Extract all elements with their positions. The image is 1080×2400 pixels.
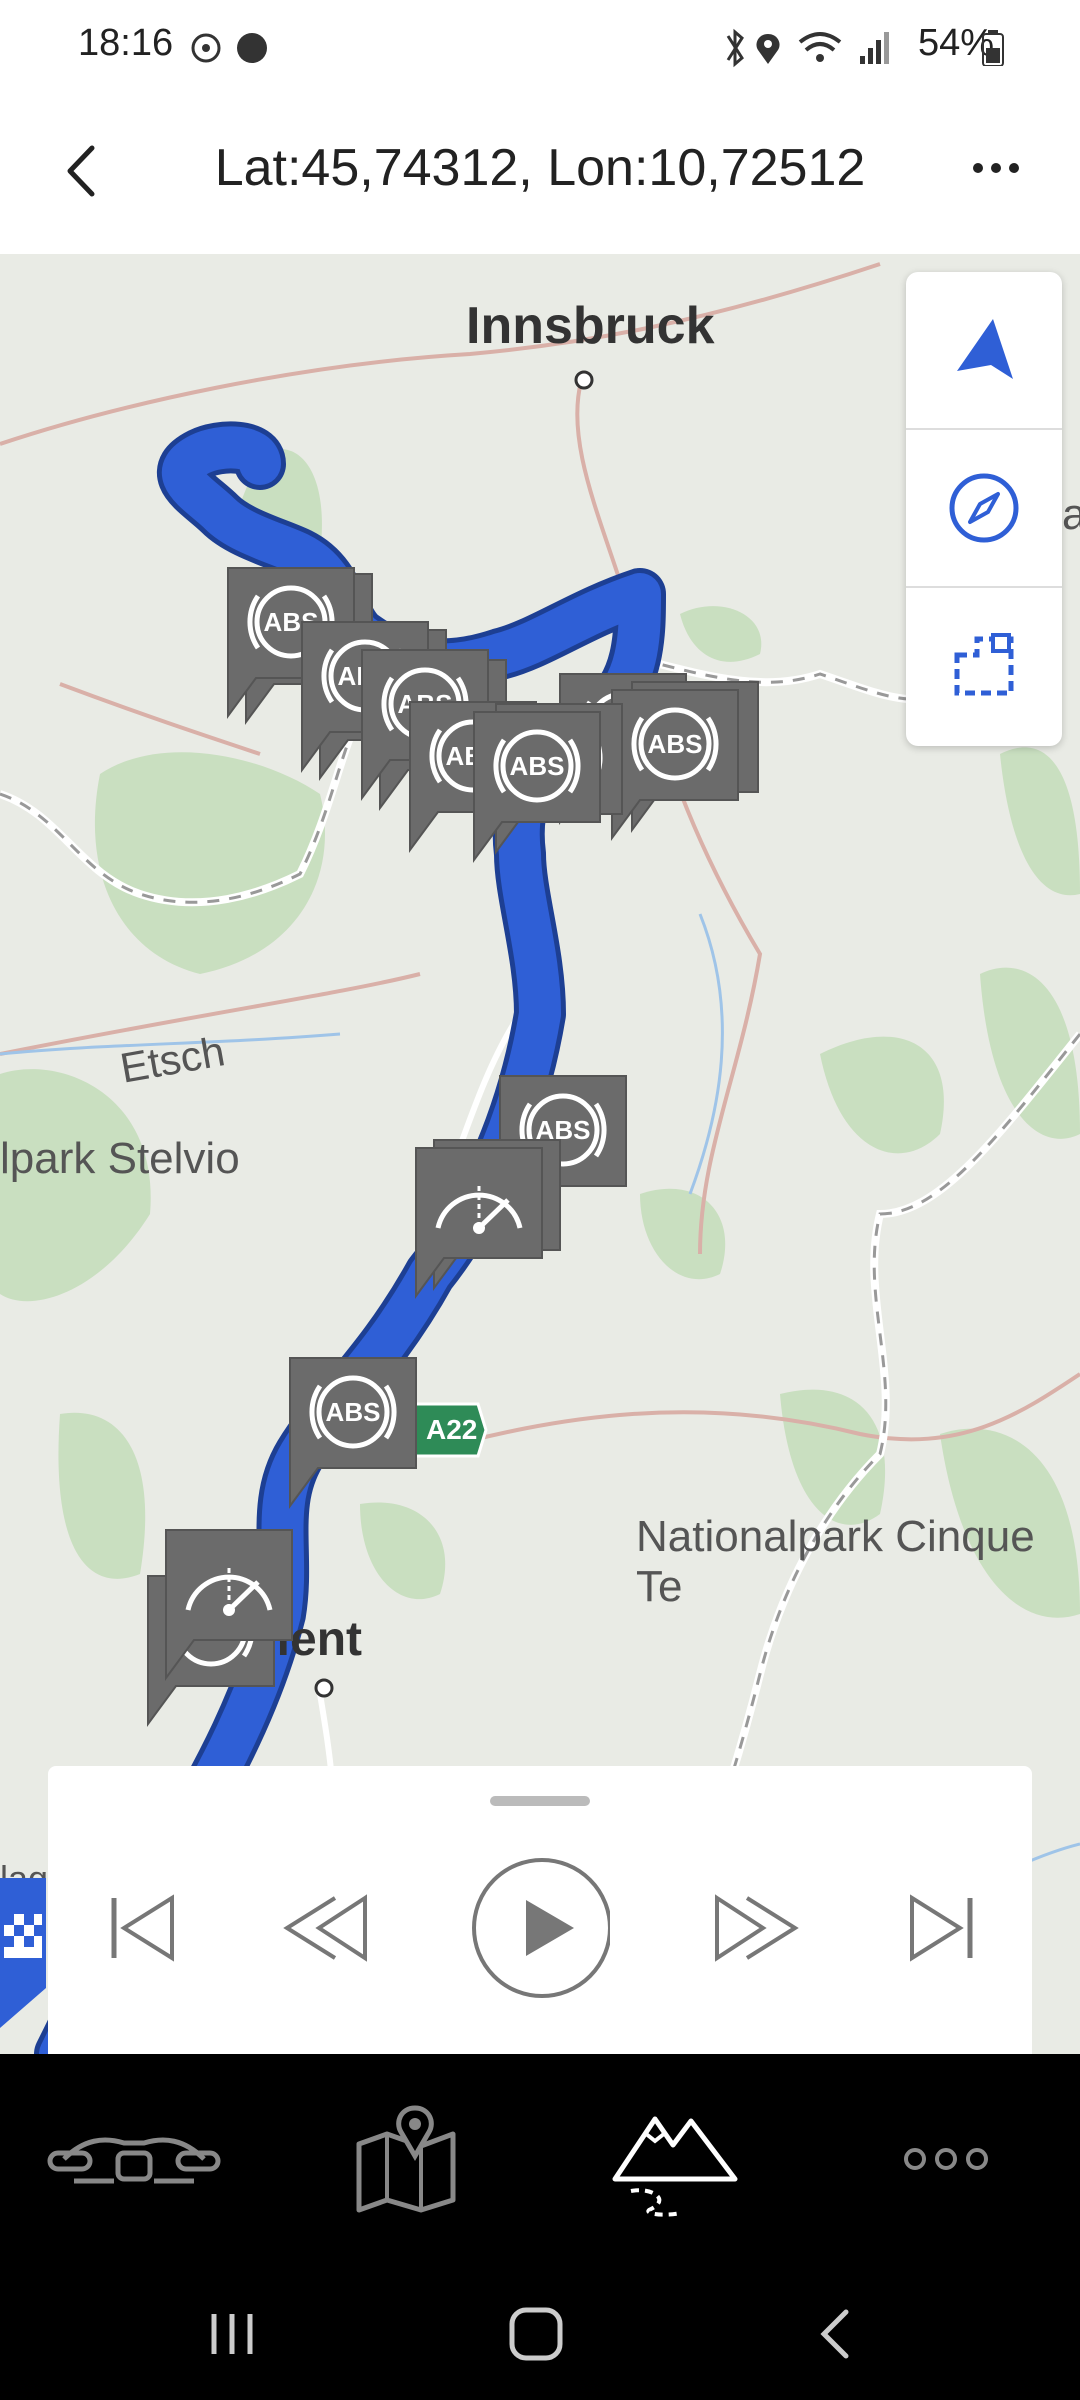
compass-icon (949, 473, 1019, 543)
drag-handle[interactable] (490, 1796, 590, 1806)
rewind-button[interactable] (254, 1858, 394, 1998)
skip-to-start-icon (111, 1894, 174, 1962)
map-tools-panel (906, 272, 1062, 746)
skip-to-start-button[interactable] (72, 1858, 212, 1998)
status-system-icons (726, 28, 889, 68)
recent-apps-button[interactable] (172, 2284, 292, 2384)
home-icon (509, 2307, 563, 2361)
abs-marker (474, 712, 600, 860)
app-header: Lat:45,74312, Lon:10,72512 (0, 96, 1080, 255)
status-notification-icons (191, 33, 267, 63)
home-button[interactable] (476, 2284, 596, 2384)
route-select-button[interactable] (906, 588, 1062, 744)
abs-marker (612, 690, 738, 838)
route-select-icon (954, 633, 1014, 696)
nav-item-map[interactable] (316, 2084, 496, 2234)
play-icon (472, 1858, 610, 1998)
compass-button[interactable] (906, 430, 1062, 588)
map-pin-icon (356, 2105, 456, 2213)
bottom-navigation (0, 2054, 1080, 2254)
route-playback-panel (48, 1766, 1032, 2054)
nav-item-more[interactable] (856, 2084, 1036, 2234)
battery-icon (982, 30, 1004, 66)
system-navigation-bar (0, 2254, 1080, 2400)
status-bar: 18:16 54% (0, 0, 1080, 96)
fast-forward-button[interactable] (688, 1858, 828, 1998)
fast-forward-icon (715, 1894, 799, 1962)
nav-item-motorcycle[interactable] (44, 2084, 224, 2234)
back-chevron-icon (820, 2309, 849, 2359)
nav-item-mountain-routes[interactable] (586, 2084, 766, 2234)
skip-to-end-icon (910, 1894, 973, 1962)
navigation-button[interactable] (906, 272, 1062, 430)
coordinates-title: Lat:45,74312, Lon:10,72512 (214, 139, 866, 197)
system-back-button[interactable] (778, 2284, 898, 2384)
recent-apps-icon (211, 2314, 253, 2354)
skip-to-end-button[interactable] (872, 1858, 1012, 1998)
mountain-route-icon (612, 2116, 738, 2217)
abs-marker (290, 1358, 416, 1506)
rewind-icon (283, 1894, 367, 1962)
more-options-icon[interactable] (970, 158, 1022, 178)
status-time: 18:16 (78, 22, 174, 64)
navigation-arrow-icon (957, 319, 1013, 379)
play-button[interactable] (470, 1858, 610, 1998)
motorcycle-handlebar-icon (47, 2137, 221, 2184)
more-dots-icon (904, 2148, 988, 2170)
